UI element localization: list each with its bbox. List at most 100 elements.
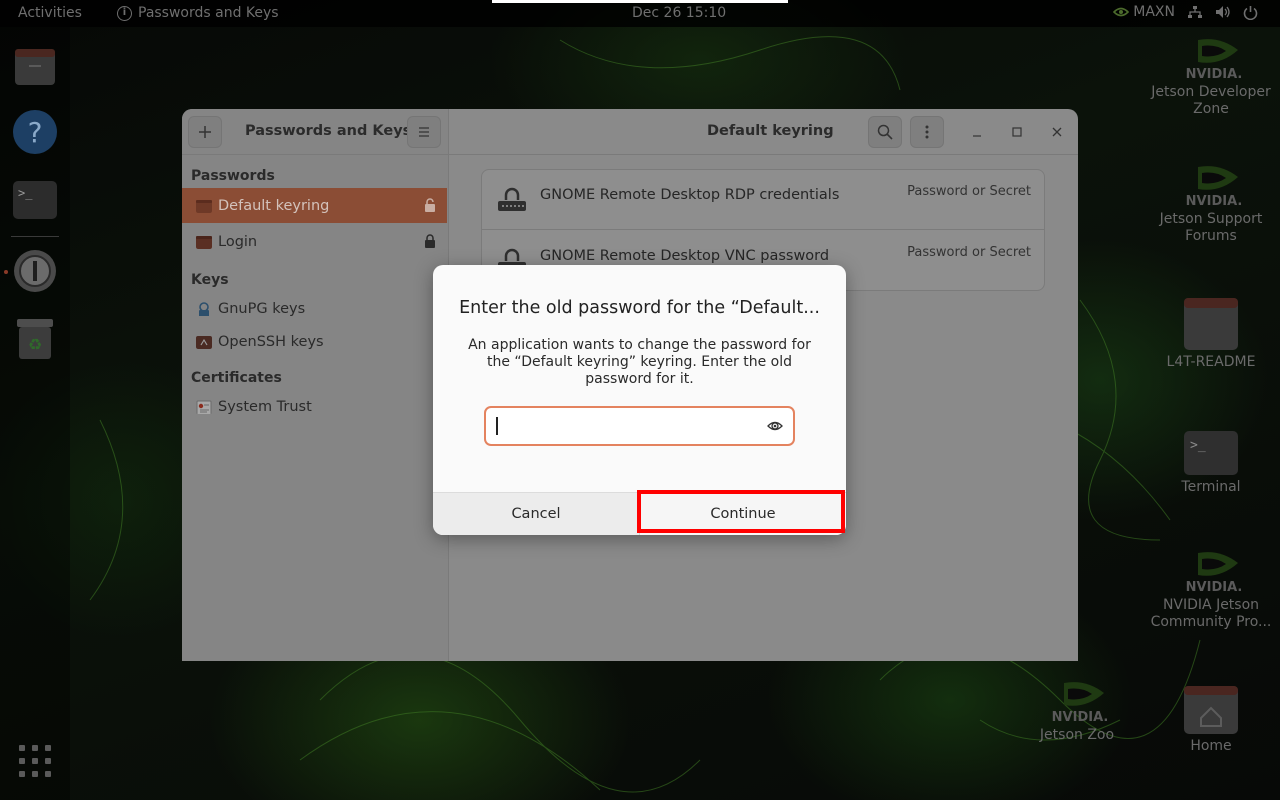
- power-mode-label: MAXN: [1133, 4, 1175, 20]
- content-header: Default keyring: [449, 109, 1078, 155]
- sidebar-item-label: GnuPG keys: [218, 300, 306, 317]
- desktop-icon-jetson-support-forums[interactable]: NVIDIA. Jetson Support Forums: [1146, 163, 1276, 245]
- keyring-app-icon: [14, 250, 56, 292]
- dock-trash[interactable]: ♻: [12, 316, 58, 362]
- close-button[interactable]: [1048, 123, 1066, 141]
- top-bar: Activities i Passwords and Keys Dec 26 1…: [0, 0, 1280, 27]
- unlocked-icon[interactable]: [424, 198, 436, 212]
- search-icon: [877, 124, 893, 140]
- item-name: GNOME Remote Desktop VNC password: [540, 248, 830, 264]
- dock-files[interactable]: [12, 44, 58, 90]
- nvidia-logo-icon: NVIDIA.: [1052, 682, 1108, 725]
- cancel-button[interactable]: Cancel: [433, 493, 639, 535]
- dock-terminal[interactable]: >_: [12, 177, 58, 223]
- sidebar-item-login[interactable]: Login: [182, 224, 447, 259]
- minimize-button[interactable]: [968, 123, 986, 141]
- maximize-icon: [1012, 127, 1022, 137]
- desktop-icon-jetson-zoo[interactable]: NVIDIA. Jetson Zoo: [1012, 679, 1142, 744]
- main-menu-button[interactable]: [407, 116, 441, 148]
- dock-separator: [11, 236, 59, 237]
- text-cursor: [496, 417, 498, 435]
- sidebar-item-label: Login: [218, 233, 258, 250]
- continue-button[interactable]: Continue: [639, 493, 846, 535]
- minimize-icon: [973, 135, 981, 137]
- clock[interactable]: Dec 26 15:10: [632, 5, 726, 21]
- password-lock-icon: [498, 187, 526, 211]
- nvidia-logo-icon: NVIDIA.: [1186, 166, 1242, 209]
- desktop-icon-label: Home: [1190, 738, 1232, 754]
- dialog-message: An application wants to change the passw…: [468, 337, 811, 387]
- desktop-icon-label: Jetson Support Forums: [1159, 211, 1263, 244]
- svg-text:NVIDIA.: NVIDIA.: [1186, 67, 1242, 82]
- svg-text:NVIDIA.: NVIDIA.: [1052, 710, 1108, 725]
- desktop-icon-label: Jetson Developer Zone: [1151, 84, 1271, 117]
- keyring-folder-icon: [196, 199, 212, 213]
- keyring-folder-icon: [196, 235, 212, 249]
- add-button[interactable]: [188, 116, 222, 148]
- sidebar-item-label: Default keyring: [218, 197, 330, 214]
- desktop-icon-label: Terminal: [1181, 479, 1241, 495]
- gnupg-key-icon: [199, 301, 209, 316]
- show-apps-button[interactable]: [19, 745, 51, 781]
- kebab-menu-icon: [925, 125, 929, 139]
- certificate-icon: [196, 400, 212, 414]
- volume-icon: [1216, 6, 1230, 18]
- maximize-button[interactable]: [1008, 123, 1026, 141]
- network-icon: [1188, 6, 1202, 18]
- desktop-icon-jetson-developer-zone[interactable]: NVIDIA. Jetson Developer Zone: [1146, 36, 1276, 118]
- svg-text:?: ?: [28, 116, 43, 149]
- desktop-icon-l4t-readme[interactable]: L4T-README: [1146, 296, 1276, 371]
- app-menu[interactable]: i Passwords and Keys: [117, 5, 279, 21]
- item-name: GNOME Remote Desktop RDP credentials: [540, 187, 840, 203]
- show-password-icon[interactable]: [767, 418, 783, 434]
- system-tray[interactable]: MAXN: [1113, 4, 1258, 20]
- activities-button[interactable]: Activities: [18, 5, 82, 21]
- running-indicator: [4, 270, 8, 274]
- home-folder-icon: [1184, 686, 1238, 734]
- desktop-icon-terminal[interactable]: >_ Terminal: [1146, 429, 1276, 496]
- nvidia-logo-icon: NVIDIA.: [1186, 39, 1242, 82]
- svg-text:NVIDIA.: NVIDIA.: [1186, 580, 1242, 595]
- folder-icon: [1184, 298, 1238, 350]
- sidebar-item-label: System Trust: [218, 398, 312, 415]
- ssh-key-icon: [196, 335, 212, 349]
- change-password-dialog: Enter the old password for the “Default.…: [433, 265, 846, 535]
- locked-icon[interactable]: [424, 234, 436, 248]
- sidebar-item-system-trust[interactable]: System Trust: [182, 389, 447, 424]
- nvidia-power-mode[interactable]: MAXN: [1113, 4, 1175, 20]
- desktop-icon-label: NVIDIA Jetson Community Pro...: [1150, 597, 1272, 630]
- dialog-title: Enter the old password for the “Default.…: [459, 298, 820, 318]
- dock-passwords-keys[interactable]: [12, 248, 58, 294]
- search-button[interactable]: [868, 116, 902, 148]
- sidebar-item-openssh-keys[interactable]: OpenSSH keys: [182, 324, 447, 359]
- app-menu-label: Passwords and Keys: [138, 5, 279, 21]
- more-options-button[interactable]: [910, 116, 944, 148]
- dock-help[interactable]: ?: [12, 109, 58, 155]
- help-icon: ?: [13, 110, 57, 154]
- terminal-icon: >_: [1184, 431, 1238, 475]
- nvidia-small-icon: [1113, 7, 1130, 17]
- files-icon: [15, 49, 55, 85]
- desktop-icon-label: L4T-README: [1166, 354, 1256, 370]
- desktop-icon-nvidia-jetson-community[interactable]: NVIDIA. NVIDIA Jetson Community Pro...: [1146, 549, 1276, 631]
- section-title-certificates: Certificates: [191, 370, 282, 386]
- desktop-icon-home[interactable]: Home: [1146, 684, 1276, 755]
- content-title: Default keyring: [707, 123, 834, 139]
- apps-grid-icon: [19, 745, 51, 777]
- svg-text:>_: >_: [18, 186, 33, 200]
- sidebar-item-gnupg-keys[interactable]: GnuPG keys: [182, 291, 447, 326]
- sidebar-header: Passwords and Keys: [182, 109, 449, 155]
- old-password-field[interactable]: [484, 406, 795, 446]
- svg-text:NVIDIA.: NVIDIA.: [1186, 194, 1242, 209]
- hamburger-menu-icon: [419, 127, 429, 137]
- trash-icon: ♻: [17, 319, 53, 359]
- sidebar-title: Passwords and Keys: [245, 123, 412, 139]
- info-icon: i: [117, 5, 132, 21]
- screen-indicator-strip: [492, 0, 788, 3]
- sidebar-item-default-keyring[interactable]: Default keyring: [182, 188, 447, 223]
- list-item[interactable]: GNOME Remote Desktop RDP credentials Pas…: [482, 170, 1044, 230]
- nvidia-logo-icon: NVIDIA.: [1186, 552, 1242, 595]
- sidebar: Passwords and Keys Passwords Default key…: [182, 109, 449, 661]
- dock: ? >_ ♻: [0, 27, 70, 800]
- close-icon: [1052, 127, 1062, 137]
